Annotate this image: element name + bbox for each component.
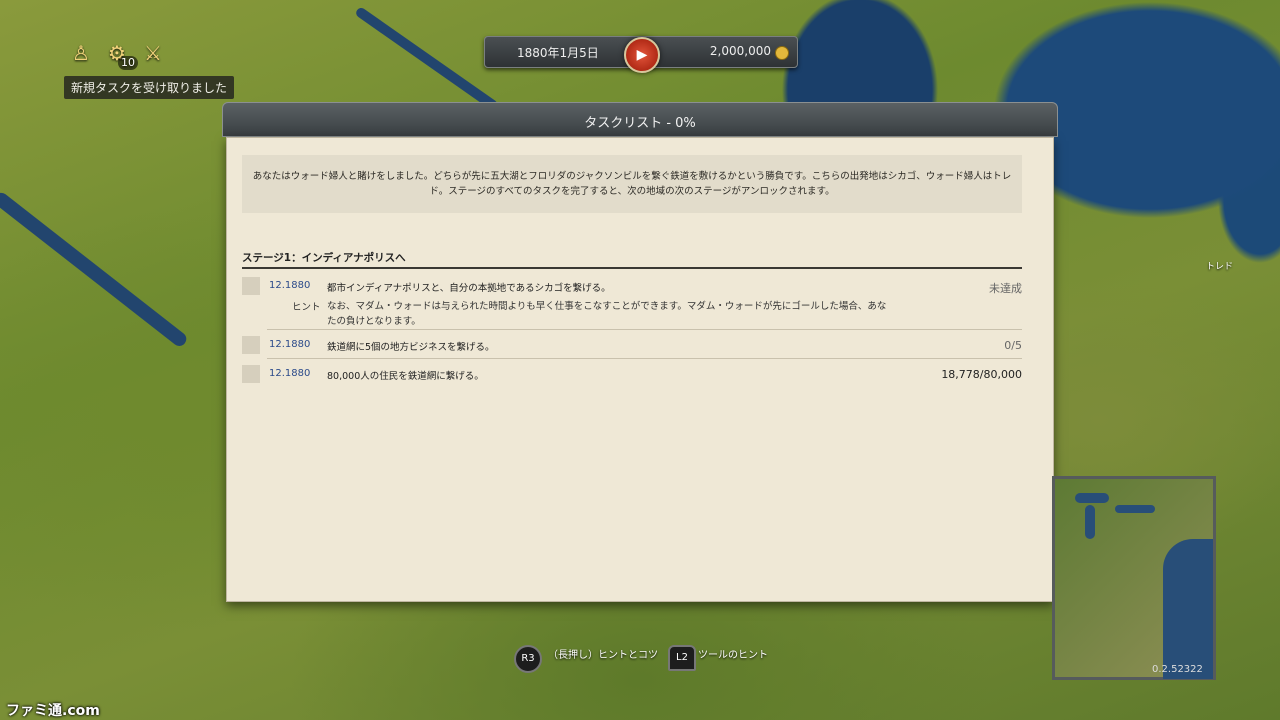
task-list-window: タスクリスト - 0% あなたはウォード婦人と賭けをしました。どちらが先に五大湖… [222,102,1058,602]
stage-divider [242,267,1022,269]
task-status: 18,778/80,000 [941,368,1022,381]
task-status: 未達成 [989,282,1022,295]
task-description: 都市インディアナポリスと、自分の本拠地であるシカゴを繋げる。 [327,283,611,294]
task-description: 鉄道網に5個の地方ビジネスを繋げる。 [327,342,495,353]
speed-badge: 10 [118,56,138,70]
task-description: 80,000人の住民を鉄道網に繋げる。 [327,371,484,382]
money-amount: 2,000,000 [709,44,771,58]
task-status: 0/5 [1004,339,1022,352]
city-label-toledo[interactable]: トレド [1206,259,1233,272]
play-button[interactable]: ▶ [624,37,660,73]
notification-toast[interactable]: 新規タスクを受け取りました [64,76,235,99]
map-river [354,6,500,112]
task-hint: なお、マダム・ウォードは与えられた時間よりも早く仕事をこなすことができます。マダ… [327,301,887,327]
hud-icons: ♙ ⚙ 10 ⚔ [68,40,166,70]
hint-label: ヒント [292,302,321,313]
task-checkbox [242,277,260,295]
l2-hint-text: ツールのヒント [698,650,768,661]
game-date: 1880年1月5日 [517,46,599,60]
task-deadline: 12.1880 [269,339,311,350]
task-bottles-icon[interactable]: ⚔ [140,40,166,66]
task-deadline: 12.1880 [269,280,311,291]
task-window-header: タスクリスト - 0% [222,102,1058,137]
task-deadline: 12.1880 [269,368,311,379]
minimap-lake [1115,505,1155,513]
stage-title: ステージ1：インディアナポリスへ [242,252,406,264]
r3-button-icon: R3 [514,645,542,673]
minimap-lake [1085,505,1095,539]
row-divider [267,358,1022,359]
l2-button-icon: L2 [668,645,696,671]
task-window-body: あなたはウォード婦人と賭けをしました。どちらが先に五大湖とフロリダのジャクソンビ… [226,137,1054,602]
version-text: 0.2.52322 [1152,664,1203,675]
coin-icon [775,46,789,60]
r3-hint-text: （長押し）ヒントとコツ [548,650,658,661]
task-checkbox [242,365,260,383]
map-river [0,190,190,349]
minimap-lake [1075,493,1109,503]
advisor-icon[interactable]: ♙ [68,40,94,66]
task-window-title: タスクリスト - 0% [584,116,696,131]
intro-text: あなたはウォード婦人と賭けをしました。どちらが先に五大湖とフロリダのジャクソンビ… [242,155,1022,213]
task-checkbox [242,336,260,354]
watermark-logo: ファミ通.com [6,703,100,719]
minimap-ocean [1163,539,1213,679]
speed-gauge-icon[interactable]: ⚙ 10 [104,40,138,70]
minimap[interactable] [1052,476,1216,680]
row-divider [267,329,1022,330]
